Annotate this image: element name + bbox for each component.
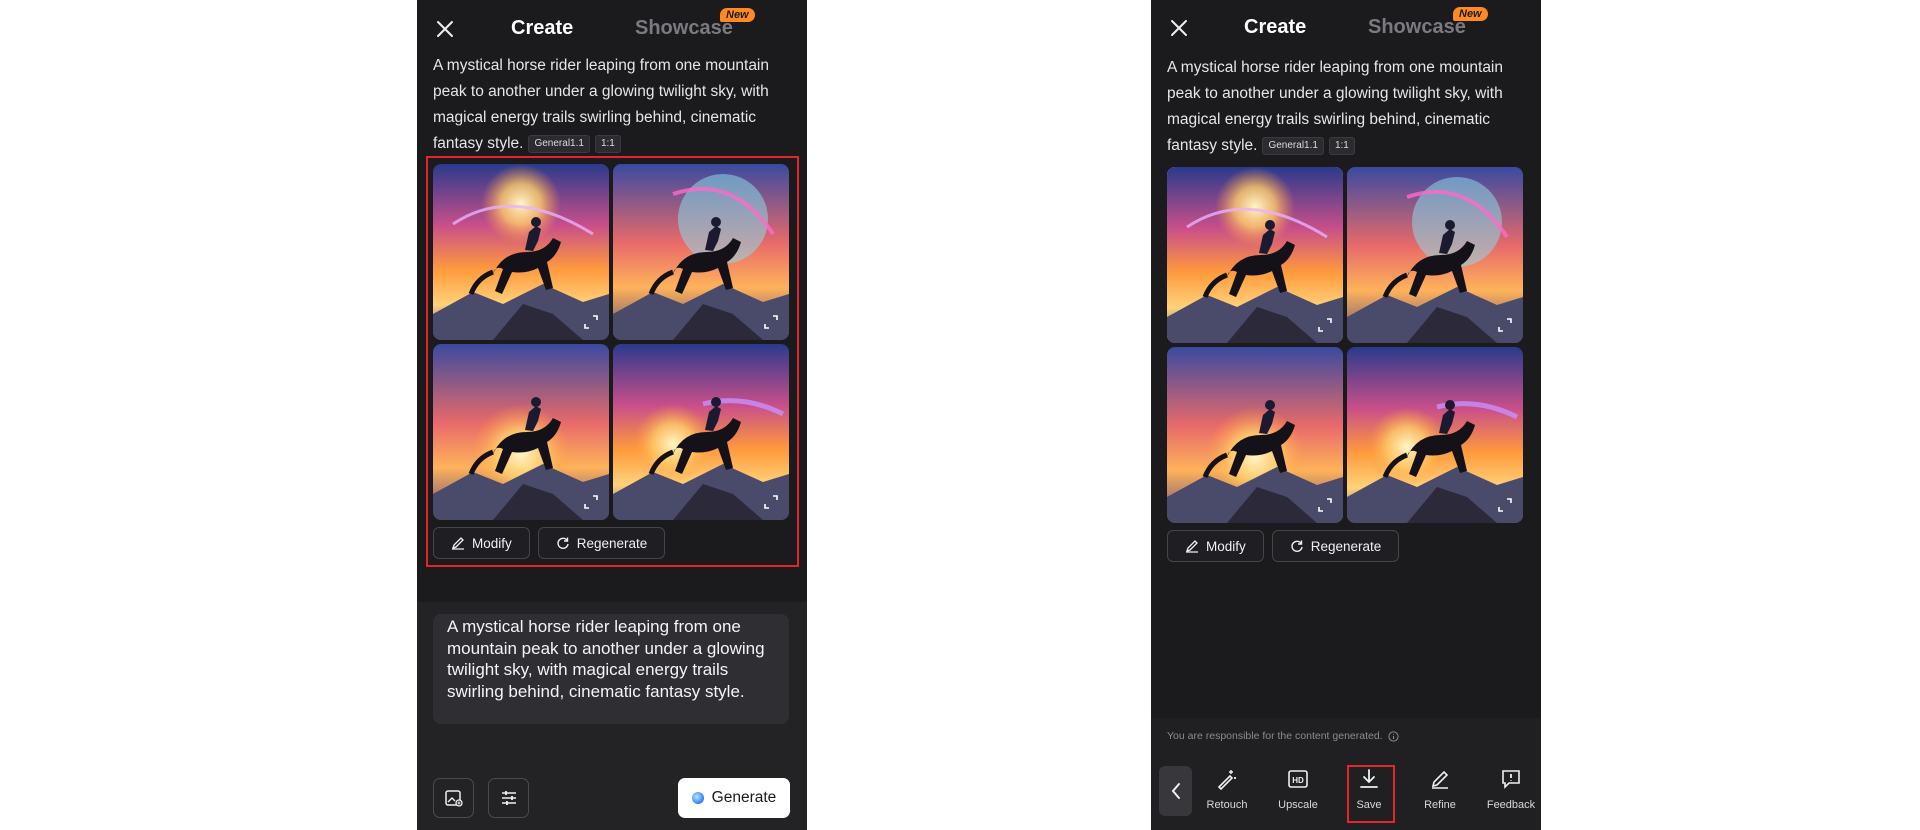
new-badge: New [720,8,755,22]
prompt-text: A mystical horse rider leaping from one … [1167,55,1527,159]
generate-label: Generate [711,789,777,806]
generated-image-4[interactable] [1347,347,1523,523]
generated-image-2[interactable] [613,164,789,340]
top-bar: Create Showcase New [417,0,807,58]
top-bar: Create Showcase New [1151,0,1541,58]
back-button[interactable] [1159,766,1192,816]
generated-image-4[interactable] [613,344,789,520]
expand-icon [584,315,598,329]
modify-label: Modify [472,535,512,551]
refine-label: Refine [1424,799,1456,811]
modify-button[interactable]: Modify [1167,530,1264,562]
image-actions: Modify Regenerate [433,527,666,559]
feedback-tool[interactable]: Feedback [1481,768,1541,811]
generate-button[interactable]: Generate [678,778,790,818]
expand-icon [1498,498,1512,512]
generate-sparkle-icon [691,792,704,804]
prompt-composer: A mystical horse rider leaping from one … [417,602,807,830]
disclaimer: You are responsible for the content gene… [1167,730,1399,742]
close-button[interactable] [431,15,459,43]
prompt-text: A mystical horse rider leaping from one … [433,53,793,157]
expand-icon [764,495,778,509]
retouch-tool[interactable]: Retouch [1197,768,1257,811]
feedback-icon [1502,770,1520,789]
settings-button[interactable] [488,778,529,818]
prompt-input[interactable]: A mystical horse rider leaping from one … [433,614,789,724]
expand-icon [1498,318,1512,332]
image-upload-icon [444,790,463,807]
image-grid [1167,167,1523,523]
image-grid [433,164,789,520]
regenerate-button[interactable]: Regenerate [1271,530,1400,562]
expand-icon [1318,498,1332,512]
retouch-label: Retouch [1206,799,1248,811]
hd-icon: HD [1288,770,1308,788]
refine-tool[interactable]: Refine [1410,768,1470,811]
tab-showcase[interactable]: Showcase [635,17,733,40]
magic-wand-icon [1217,770,1236,790]
tab-create[interactable]: Create [511,17,573,40]
regenerate-button[interactable]: Regenerate [537,527,666,559]
expand-icon [764,315,778,329]
model-tag: General1.1 [1262,137,1324,155]
save-label: Save [1356,799,1382,811]
info-icon[interactable] [1388,730,1399,742]
generated-image-1[interactable] [433,164,609,340]
generated-image-3[interactable] [1167,347,1343,523]
image-tools-panel: You are responsible for the content gene… [1151,718,1541,830]
image-actions: Modify Regenerate [1167,530,1400,562]
tab-create[interactable]: Create [1244,16,1306,39]
modify-button[interactable]: Modify [433,527,530,559]
regenerate-label: Regenerate [576,535,648,551]
close-icon [1171,20,1187,36]
upscale-label: Upscale [1278,799,1318,811]
modify-label: Modify [1206,538,1246,554]
expand-icon [584,495,598,509]
feedback-label: Feedback [1486,799,1536,811]
generated-image-1[interactable] [1167,167,1343,343]
download-icon [1360,769,1378,788]
disclaimer-text: You are responsible for the content gene… [1167,730,1383,742]
sliders-icon [501,791,516,805]
pencil-icon [1431,770,1449,789]
refresh-icon [557,537,569,549]
pencil-icon [451,537,464,550]
model-tag: General1.1 [528,135,590,153]
svg-text:HD: HD [1292,776,1304,785]
tab-showcase[interactable]: Showcase [1368,16,1466,39]
chevron-left-icon [1171,783,1180,799]
create-screen-right: Create Showcase New A mystical horse rid… [1151,0,1541,830]
upscale-tool[interactable]: HD Upscale [1268,768,1328,811]
expand-icon [1318,318,1332,332]
create-screen-left: Create Showcase New A mystical horse rid… [417,0,807,830]
save-tool[interactable]: Save [1339,768,1399,811]
refresh-icon [1291,540,1303,552]
close-icon [437,21,453,37]
new-badge: New [1453,7,1488,21]
ratio-tag: 1:1 [1328,137,1355,155]
regenerate-label: Regenerate [1310,538,1382,554]
image-reference-button[interactable] [433,778,474,818]
close-button[interactable] [1165,14,1193,42]
pencil-icon [1185,540,1198,553]
generated-image-2[interactable] [1347,167,1523,343]
ratio-tag: 1:1 [594,135,621,153]
generated-image-3[interactable] [433,344,609,520]
